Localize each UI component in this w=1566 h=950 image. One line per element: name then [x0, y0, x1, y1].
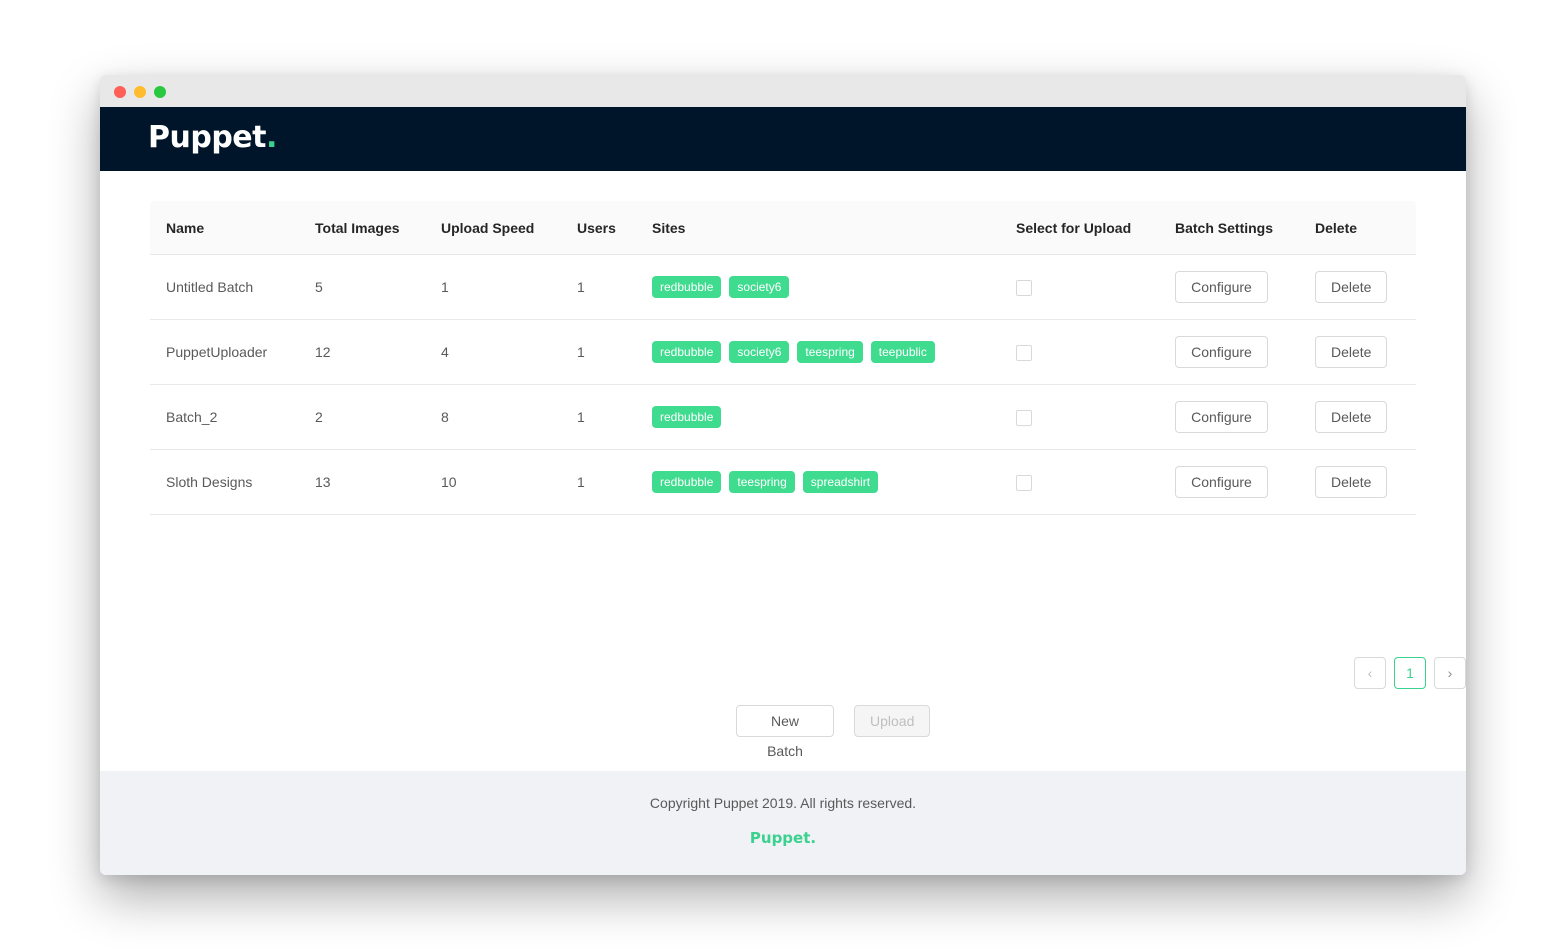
column-header-upload-speed: Upload Speed — [425, 201, 561, 255]
configure-button[interactable]: Configure — [1175, 271, 1268, 303]
select-cell — [1000, 254, 1159, 320]
column-header-delete: Delete — [1299, 201, 1416, 255]
users-count: 1 — [561, 254, 636, 320]
batch-settings-cell: Configure — [1159, 449, 1299, 515]
upload-speed: 4 — [425, 319, 561, 385]
delete-cell: Delete — [1299, 319, 1416, 385]
users-count: 1 — [561, 384, 636, 450]
site-tag: teepublic — [870, 341, 935, 363]
column-header-name: Name — [150, 201, 299, 255]
site-tag: society6 — [729, 276, 790, 298]
close-window-button[interactable] — [114, 86, 126, 98]
select-for-upload-checkbox[interactable] — [1016, 344, 1032, 361]
chevron-left-icon[interactable]: ‹ — [1354, 657, 1386, 689]
total-images: 2 — [299, 384, 425, 450]
delete-cell: Delete — [1299, 384, 1416, 450]
batch-name: Untitled Batch — [150, 254, 299, 320]
column-header-select-for-upload: Select for Upload — [1000, 201, 1159, 255]
table-row: PuppetUploader 12 4 1 redbubble society6 t… — [150, 319, 1416, 385]
upload-button[interactable]: Upload — [854, 705, 930, 737]
footer-logo: Puppet. — [749, 829, 817, 847]
logo-text: Puppet — [148, 120, 266, 155]
chevron-right-icon[interactable]: › — [1434, 657, 1466, 689]
upload-speed: 8 — [425, 384, 561, 450]
table-header-row: Name Total Images Upload Speed Users Sit… — [150, 201, 1416, 255]
window-titlebar — [100, 75, 1466, 107]
site-tag: redbubble — [652, 406, 722, 428]
delete-cell: Delete — [1299, 449, 1416, 515]
table-row: Sloth Designs 13 10 1 redbubble teespring… — [150, 449, 1416, 515]
maximize-window-button[interactable] — [154, 86, 166, 98]
users-count: 1 — [561, 449, 636, 515]
total-images: 13 — [299, 449, 425, 515]
batch-settings-cell: Configure — [1159, 254, 1299, 320]
configure-button[interactable]: Configure — [1175, 336, 1268, 368]
app-logo[interactable]: Puppet. — [148, 120, 277, 155]
new-batch-button[interactable]: New Batch — [736, 705, 834, 759]
sites-cell: redbubble — [636, 384, 1000, 450]
select-for-upload-checkbox[interactable] — [1016, 409, 1032, 426]
column-header-batch-settings: Batch Settings — [1159, 201, 1299, 255]
configure-button[interactable]: Configure — [1175, 401, 1268, 433]
site-tag: teespring — [729, 471, 795, 493]
upload-speed: 1 — [425, 254, 561, 320]
select-for-upload-checkbox[interactable] — [1016, 279, 1032, 296]
configure-button[interactable]: Configure — [1175, 466, 1268, 498]
batch-settings-cell: Configure — [1159, 384, 1299, 450]
delete-button[interactable]: Delete — [1315, 336, 1387, 368]
select-cell — [1000, 384, 1159, 450]
users-count: 1 — [561, 319, 636, 385]
sites-cell: redbubble teespring spreadshirt — [636, 449, 1000, 515]
table-row: Batch_2 2 8 1 redbubble Configure Delete — [150, 384, 1416, 450]
site-tag: teespring — [797, 341, 863, 363]
delete-button[interactable]: Delete — [1315, 466, 1387, 498]
site-tag: redbubble — [652, 341, 722, 363]
minimize-window-button[interactable] — [134, 86, 146, 98]
select-for-upload-checkbox[interactable] — [1016, 474, 1032, 491]
site-tag: society6 — [729, 341, 790, 363]
upload-speed: 10 — [425, 449, 561, 515]
app-window: Puppet. Name Total Images Upload Speed U… — [100, 75, 1466, 875]
app-footer: Copyright Puppet 2019. All rights reserv… — [100, 771, 1466, 875]
batch-name: Sloth Designs — [150, 449, 299, 515]
total-images: 12 — [299, 319, 425, 385]
batch-table: Name Total Images Upload Speed Users Sit… — [150, 201, 1466, 759]
batch-name: Batch_2 — [150, 384, 299, 450]
select-cell — [1000, 319, 1159, 385]
table-row: Untitled Batch 5 1 1 redbubble society6 C… — [150, 254, 1416, 320]
copyright-text: Copyright Puppet 2019. All rights reserv… — [649, 795, 917, 811]
delete-cell: Delete — [1299, 254, 1416, 320]
select-cell — [1000, 449, 1159, 515]
site-tag: redbubble — [652, 276, 722, 298]
total-images: 5 — [299, 254, 425, 320]
sites-cell: redbubble society6 teespring teepublic — [636, 319, 1000, 385]
delete-button[interactable]: Delete — [1315, 271, 1387, 303]
column-header-total-images: Total Images — [299, 201, 425, 255]
sites-cell: redbubble society6 — [636, 254, 1000, 320]
site-tag: spreadshirt — [802, 471, 879, 493]
page-number-current[interactable]: 1 — [1394, 657, 1426, 689]
site-tag: redbubble — [652, 471, 722, 493]
batch-settings-cell: Configure — [1159, 319, 1299, 385]
app-header: Puppet. — [100, 107, 1466, 171]
batch-name: PuppetUploader — [150, 319, 299, 385]
column-header-sites: Sites — [636, 201, 1000, 255]
logo-dot: . — [265, 120, 277, 155]
column-header-users: Users — [561, 201, 636, 255]
delete-button[interactable]: Delete — [1315, 401, 1387, 433]
